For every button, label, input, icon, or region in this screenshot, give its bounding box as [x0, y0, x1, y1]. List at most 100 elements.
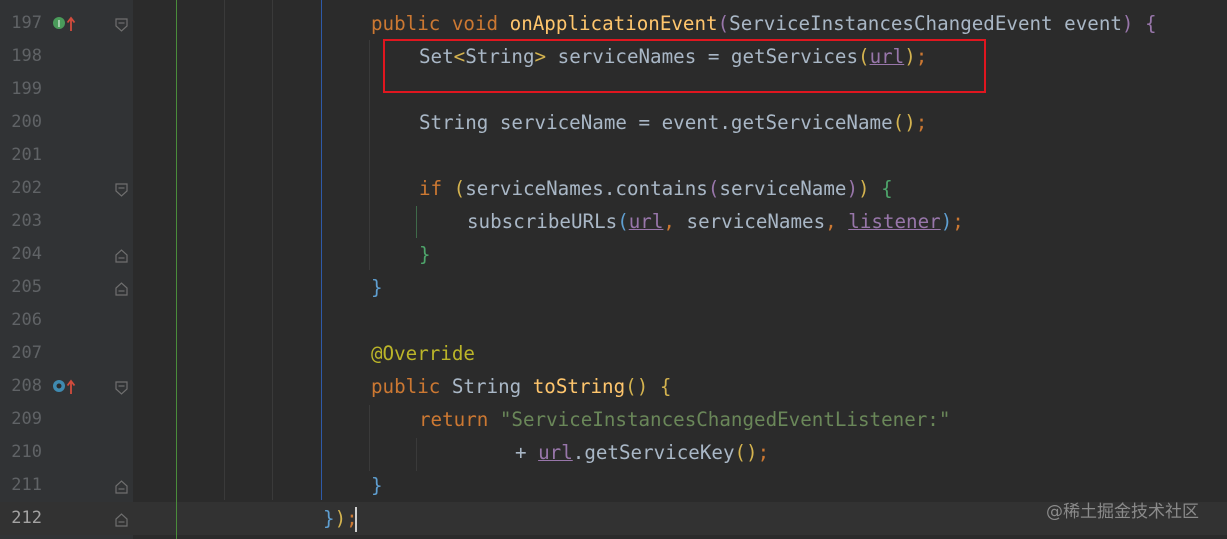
code-token: ; — [757, 441, 770, 464]
code-token: , — [663, 210, 675, 233]
code-text[interactable]: @Override — [371, 337, 475, 370]
line-number: 202 — [11, 178, 42, 198]
line-number: 200 — [11, 112, 42, 132]
code-text[interactable]: } — [371, 271, 383, 304]
code-text[interactable]: } — [371, 469, 383, 502]
code-token: String serviceName = event.getServiceNam… — [419, 111, 893, 134]
implements-method-icon[interactable]: I — [52, 15, 78, 33]
code-token: ( — [717, 12, 730, 35]
code-line[interactable]: 206 — [0, 304, 1227, 337]
code-line[interactable]: 202 if (serviceNames.contains(serviceName… — [0, 172, 1227, 205]
code-text[interactable]: + url.getServiceKey(); — [515, 436, 769, 469]
overrides-method-icon[interactable] — [52, 378, 78, 396]
indent-guide — [321, 0, 322, 500]
indent-guide — [369, 405, 370, 471]
line-number: 212 — [11, 508, 42, 528]
fold-start-icon[interactable] — [115, 182, 128, 197]
line-number: 209 — [11, 409, 42, 429]
code-line[interactable]: 197 Ipublic void onApplicationEvent(Servi… — [0, 7, 1227, 40]
code-line[interactable]: 210 + url.getServiceKey(); — [0, 436, 1227, 469]
code-token: serviceNames.contains — [465, 177, 708, 200]
code-token: toString — [532, 375, 626, 398]
code-token: } — [371, 276, 383, 299]
code-token: serviceNames — [674, 210, 826, 233]
code-token: listener — [848, 210, 941, 233]
code-text[interactable]: public String toString() { — [371, 370, 671, 403]
code-line[interactable]: 200 String serviceName = event.getService… — [0, 106, 1227, 139]
code-token: if — [419, 177, 443, 200]
code-line[interactable]: 208 public String toString() { — [0, 370, 1227, 403]
code-token: ; — [952, 210, 964, 233]
code-line[interactable]: 201 — [0, 139, 1227, 172]
line-number: 197 — [11, 13, 42, 33]
code-token: ) — [940, 210, 953, 233]
code-token: + — [515, 441, 539, 464]
code-line[interactable]: 205} — [0, 271, 1227, 304]
line-number: 203 — [11, 211, 42, 231]
fold-end-icon[interactable] — [115, 281, 128, 296]
indent-guide — [272, 0, 273, 500]
code-token: public — [371, 375, 441, 398]
code-token: } — [419, 243, 431, 266]
code-token: { — [659, 375, 672, 398]
code-token: @Override — [371, 342, 475, 365]
code-token: ; — [915, 111, 928, 134]
fold-start-icon[interactable] — [115, 17, 128, 32]
code-token: () — [734, 441, 758, 464]
code-token: } — [371, 474, 383, 497]
fold-end-icon[interactable] — [115, 248, 128, 263]
code-token: ( — [617, 210, 629, 233]
code-token: { — [1145, 12, 1157, 35]
line-number: 211 — [11, 475, 42, 495]
code-line[interactable]: 212}); — [0, 502, 1227, 535]
code-token: ( — [707, 177, 720, 200]
fold-end-icon[interactable] — [115, 479, 128, 494]
code-text[interactable]: if (serviceNames.contains(serviceName)) … — [419, 172, 893, 205]
code-token: String — [440, 375, 533, 398]
line-number: 205 — [11, 277, 42, 297]
code-text[interactable]: public void onApplicationEvent(ServiceIn… — [371, 7, 1157, 40]
line-number: 201 — [11, 145, 42, 165]
code-token: ServiceInstancesChangedEvent event — [729, 12, 1122, 35]
line-number: 198 — [11, 46, 42, 66]
fold-start-icon[interactable] — [115, 380, 128, 395]
code-token: ) — [846, 177, 859, 200]
line-number: 204 — [11, 244, 42, 264]
indent-guide — [369, 40, 370, 270]
code-token: ) — [1121, 12, 1134, 35]
code-line[interactable]: 207 @Override — [0, 337, 1227, 370]
code-token: { — [881, 177, 893, 200]
code-token: subscribeURLs — [467, 210, 618, 233]
code-line[interactable]: 209 return "ServiceInstancesChangedEventL… — [0, 403, 1227, 436]
code-line[interactable]: 211} — [0, 469, 1227, 502]
code-token: return — [419, 408, 489, 431]
line-number: 208 — [11, 376, 42, 396]
code-text[interactable]: return "ServiceInstancesChangedEventList… — [419, 403, 950, 436]
indent-guide — [416, 438, 417, 471]
code-token: url — [538, 441, 573, 464]
code-token: .getServiceKey — [572, 441, 735, 464]
code-token: () — [892, 111, 916, 134]
code-line[interactable]: 204} — [0, 238, 1227, 271]
code-text[interactable]: subscribeURLs(url, serviceNames, listene… — [467, 205, 964, 238]
code-text[interactable]: String serviceName = event.getServiceNam… — [419, 106, 927, 139]
svg-text:I: I — [58, 19, 61, 30]
line-number: 206 — [11, 310, 42, 330]
code-token: , — [825, 210, 837, 233]
fold-end-icon[interactable] — [115, 512, 128, 527]
code-token: } — [323, 507, 335, 530]
code-token: void — [451, 12, 499, 35]
code-line[interactable]: 203 subscribeURLs(url, serviceNames, list… — [0, 205, 1227, 238]
code-token: url — [628, 210, 664, 233]
code-token: () — [625, 375, 649, 398]
code-text[interactable]: } — [419, 238, 431, 271]
watermark: @稀土掘金技术社区 — [1046, 502, 1199, 522]
line-number: 207 — [11, 343, 42, 363]
code-text[interactable]: }); — [323, 502, 358, 535]
